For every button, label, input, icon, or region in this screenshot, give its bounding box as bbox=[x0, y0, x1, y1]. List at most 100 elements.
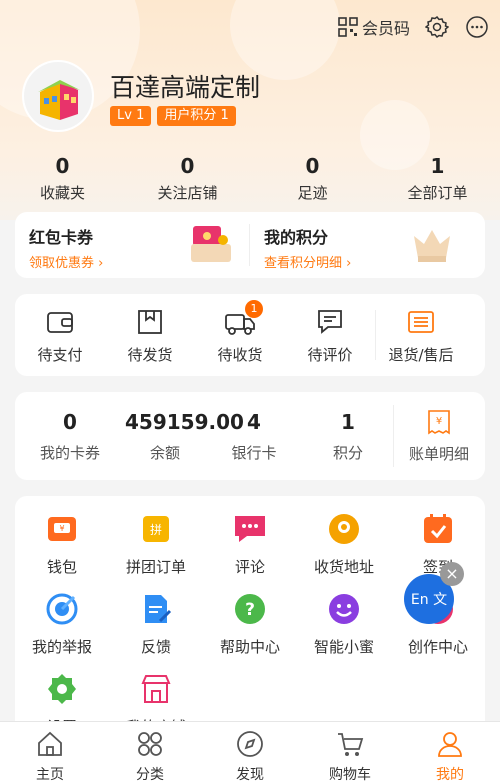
qrcode-icon bbox=[338, 17, 358, 37]
service-label: 拼团订单 bbox=[125, 558, 186, 576]
red-packet-icon bbox=[191, 226, 231, 262]
wallet-points[interactable]: 1 积分 bbox=[303, 410, 393, 463]
chat-bubble-icon bbox=[466, 16, 488, 38]
stat-value: 0 bbox=[55, 154, 70, 178]
service-checkin[interactable]: 签到 bbox=[390, 512, 486, 577]
order-pending-payment[interactable]: 待支付 bbox=[15, 306, 105, 365]
service-wallet[interactable]: ¥ 钱包 bbox=[14, 512, 110, 577]
nav-label: 发现 bbox=[236, 767, 264, 783]
member-code-label: 会员码 bbox=[361, 19, 410, 38]
wallet-my-coupons[interactable]: 0 我的卡券 bbox=[15, 410, 125, 463]
wallet-value: 1 bbox=[341, 409, 355, 434]
nav-label: 主页 bbox=[36, 767, 64, 783]
service-comments[interactable]: 评论 bbox=[202, 512, 298, 577]
stat-label: 足迹 bbox=[297, 184, 328, 202]
order-pending-shipment[interactable]: 待发货 bbox=[105, 306, 195, 365]
stat-value: 0 bbox=[180, 154, 195, 178]
top-bar: 会员码 bbox=[338, 14, 490, 40]
service-reports[interactable]: 我的举报 bbox=[14, 592, 110, 657]
nav-category[interactable]: 分类 bbox=[100, 722, 200, 783]
my-points[interactable]: 我的积分 查看积分明细 › bbox=[250, 212, 485, 278]
wallet-card: 0 我的卡券 459159.00 余额 4 银行卡 1 积分 ¥ 账单明细 bbox=[15, 392, 485, 480]
user-badges: Lv 1 用户积分 1 bbox=[110, 106, 236, 126]
red-packet-coupons[interactable]: 红包卡券 领取优惠券 › bbox=[15, 212, 250, 278]
wallet-value: 4 bbox=[247, 409, 261, 434]
order-refund[interactable]: 退货/售后 bbox=[376, 306, 466, 365]
translate-close-button[interactable]: × bbox=[440, 562, 464, 586]
stat-favorites[interactable]: 0 收藏夹 bbox=[0, 154, 125, 203]
bottom-nav: 主页 分类 发现 购物车 我的 bbox=[0, 721, 500, 783]
service-label: 签到 bbox=[422, 558, 453, 576]
wallet-bill-details[interactable]: ¥ 账单明细 bbox=[394, 409, 484, 464]
nav-me[interactable]: 我的 bbox=[400, 722, 500, 783]
svg-text:¥: ¥ bbox=[59, 524, 64, 533]
order-pending-review[interactable]: 待评价 bbox=[285, 306, 375, 365]
service-label: 反馈 bbox=[140, 638, 171, 656]
service-label: 智能小蜜 bbox=[313, 638, 374, 656]
services-card: ¥ 钱包 拼 拼团订单 评论 收货地址 签到 我的举报 反馈 ? 帮助中心 智能… bbox=[15, 496, 485, 756]
service-feedback[interactable]: 反馈 bbox=[108, 592, 204, 657]
service-label: 我的举报 bbox=[31, 638, 92, 656]
profile-header: 会员码 百達高端定制 Lv 1 用户积分 1 0 收藏夹 0 关注店铺 0 足迹… bbox=[0, 0, 500, 220]
chevron-right-icon: › bbox=[98, 256, 104, 271]
feedback-icon bbox=[145, 595, 172, 623]
avatar[interactable] bbox=[22, 60, 94, 132]
order-label: 待支付 bbox=[37, 345, 83, 364]
nav-label: 我的 bbox=[436, 767, 464, 783]
shop-name: 百達高端定制 bbox=[110, 73, 261, 102]
group-buy-icon: 拼 bbox=[143, 516, 169, 542]
gear-icon bbox=[425, 15, 449, 39]
stat-value: 1 bbox=[430, 154, 445, 178]
stat-footprints[interactable]: 0 足迹 bbox=[250, 154, 375, 203]
settings-icon bbox=[48, 674, 76, 704]
svg-text:?: ? bbox=[245, 600, 255, 620]
messages-button[interactable] bbox=[464, 14, 490, 40]
shop-icon bbox=[141, 675, 171, 703]
nav-cart[interactable]: 购物车 bbox=[300, 722, 400, 783]
help-icon: ? bbox=[235, 594, 265, 624]
nav-home[interactable]: 主页 bbox=[0, 722, 100, 783]
wallet-icon: ¥ bbox=[48, 517, 76, 541]
member-code-button[interactable]: 会员码 bbox=[338, 15, 410, 39]
wallet-icon bbox=[47, 311, 73, 333]
target-icon bbox=[46, 593, 78, 625]
calendar-icon bbox=[424, 514, 452, 543]
stat-followed-shops[interactable]: 0 关注店铺 bbox=[125, 154, 250, 203]
box-icon bbox=[138, 309, 162, 334]
service-address[interactable]: 收货地址 bbox=[296, 512, 392, 577]
wallet-bank-cards[interactable]: 4 银行卡 bbox=[205, 410, 303, 463]
service-label: 帮助中心 bbox=[219, 638, 280, 656]
service-label: 评论 bbox=[234, 558, 265, 576]
wallet-value: 459159.00 bbox=[125, 409, 244, 434]
service-smart-assistant[interactable]: 智能小蜜 bbox=[296, 592, 392, 657]
nav-label: 分类 bbox=[136, 767, 164, 783]
level-badge: Lv 1 bbox=[110, 106, 152, 126]
wallet-balance[interactable]: 459159.00 余额 bbox=[125, 409, 244, 463]
stat-value: 0 bbox=[305, 154, 320, 178]
wallet-label: 我的卡券 bbox=[39, 443, 100, 462]
wallet-label: 银行卡 bbox=[231, 443, 277, 462]
service-help-center[interactable]: ? 帮助中心 bbox=[202, 592, 298, 657]
order-pending-receipt[interactable]: 1 待收货 bbox=[195, 299, 285, 365]
nav-discover[interactable]: 发现 bbox=[200, 722, 300, 783]
wallet-value: 0 bbox=[63, 409, 77, 434]
stat-label: 收藏夹 bbox=[39, 184, 85, 202]
stat-all-orders[interactable]: 1 全部订单 bbox=[375, 154, 500, 203]
comment-icon bbox=[318, 309, 342, 334]
crown-icon bbox=[414, 230, 450, 262]
service-group-buy[interactable]: 拼 拼团订单 bbox=[108, 512, 204, 577]
location-icon bbox=[329, 514, 359, 544]
home-icon bbox=[38, 731, 62, 756]
points-badge[interactable]: 用户积分 1 bbox=[157, 106, 236, 126]
service-label: 创作中心 bbox=[407, 638, 468, 656]
service-label: 收货地址 bbox=[313, 558, 374, 576]
stat-label: 全部订单 bbox=[407, 184, 468, 202]
bot-icon bbox=[329, 594, 359, 624]
building-avatar-icon bbox=[24, 62, 92, 130]
settings-button[interactable] bbox=[424, 14, 450, 40]
bill-icon: ¥ bbox=[428, 409, 450, 434]
svg-text:¥: ¥ bbox=[436, 416, 442, 427]
coupons-card: 红包卡券 领取优惠券 › 我的积分 查看积分明细 › bbox=[15, 212, 485, 278]
points-link-text: 查看积分明细 bbox=[264, 256, 343, 271]
nav-label: 购物车 bbox=[329, 767, 371, 783]
